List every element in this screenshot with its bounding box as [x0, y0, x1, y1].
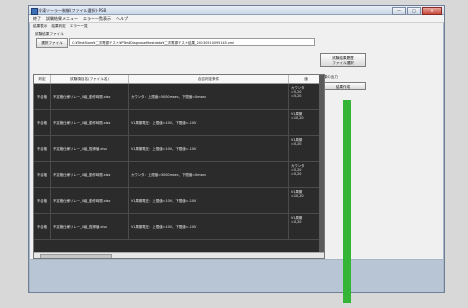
vertical-scrollbar[interactable] [319, 75, 324, 253]
judge-cell: 不合格 [34, 84, 51, 109]
lower-area [30, 260, 443, 292]
table-row[interactable]: 不合格 不定格仕様リレー_0組_復帰値.xlsx V1周期電圧：上限値=10V、下限… [34, 136, 324, 162]
table-row[interactable]: 不合格 不定格仕様リレー_0組_動作時間.xlsx カウンタ：上限値=5000mse… [34, 162, 324, 188]
table-body: 不合格 不定格仕様リレー_0組_動作時間.xlsx カウンタ：上限値=5000mse… [34, 84, 324, 240]
side-panel: 試験結果履歴 ファイル選択 結果の出力 結果作成 [320, 53, 368, 90]
subtab-result-view[interactable]: 結果表示 [33, 24, 47, 29]
condition-cell: V1周期電圧：上限値=10V、下限値=-10V [129, 214, 289, 239]
file-path-field[interactable]: C:¥TestStore¥二次電源テスト¥PTestDiagnose¥testd… [69, 38, 315, 46]
window-controls: — □ ✕ [392, 6, 442, 15]
condition-cell: V1周期電圧：上限値=10V、下限値=-10V [129, 136, 289, 161]
menu-test-results[interactable]: 試験結果メニュー [46, 16, 78, 22]
table-row[interactable]: 不合格 不定格仕様リレー_0組_動作時間.xlsx V1周期電圧：上限値=10V、下… [34, 188, 324, 214]
horizontal-scrollbar[interactable] [34, 252, 324, 258]
history-file-select-button[interactable]: 試験結果履歴 ファイル選択 [320, 53, 366, 67]
scroll-thumb[interactable] [40, 254, 112, 258]
group-label: 試験結果ファイル [35, 32, 64, 36]
app-icon [31, 7, 38, 15]
app-window: 冷凍ソーラー制御(ファイル選択)-PSB — □ ✕ 終了 試験結果メニュー エ… [28, 5, 445, 293]
item-cell: 不定格仕様リレー_0組_復帰値.xlsx [51, 214, 129, 239]
history-button-line2: ファイル選択 [332, 61, 354, 65]
sub-toolbar: 結果表示 結果判定 エラー一覧 [30, 23, 443, 29]
table-row[interactable]: 不合格 不定格仕様リレー_0組_復帰値.xlsx V1周期電圧：上限値=10V、下限… [34, 214, 324, 240]
judge-cell: 不合格 [34, 110, 51, 135]
menu-help[interactable]: ヘルプ [116, 16, 128, 22]
col-item[interactable]: 試験項目名(ファイル名) [51, 75, 129, 83]
condition-cell: カウンタ：上限値=5000msec、下限値=0msec [129, 162, 289, 187]
table-row[interactable]: 不合格 不定格仕様リレー_0組_動作時間.xlsx カウンタ：上限値=5000mse… [34, 84, 324, 110]
col-judge[interactable]: 判定 [34, 75, 51, 83]
create-result-button[interactable]: 結果作成 [320, 82, 366, 90]
col-condition[interactable]: 合否判定条件 [129, 75, 289, 83]
item-cell: 不定格仕様リレー_0組_動作時間.xlsx [51, 162, 129, 187]
judge-cell: 不合格 [34, 188, 51, 213]
table-row[interactable]: 不合格 不定格仕様リレー_0組_動作時間.xlsx V1周期電圧：上限値=10V、下… [34, 110, 324, 136]
results-table: 判定 試験項目名(ファイル名) 合否判定条件 値 不合格 不定格仕様リレー_0組_… [33, 74, 325, 259]
table-header: 判定 試験項目名(ファイル名) 合否判定条件 値 [34, 75, 324, 84]
highlight-bar [343, 100, 351, 303]
condition-cell: V1周期電圧：上限値=10V、下限値=-10V [129, 110, 289, 135]
item-cell: 不定格仕様リレー_0組_動作時間.xlsx [51, 188, 129, 213]
item-cell: 不定格仕様リレー_0組_復帰値.xlsx [51, 136, 129, 161]
item-cell: 不定格仕様リレー_0組_動作時間.xlsx [51, 84, 129, 109]
title-bar: 冷凍ソーラー制御(ファイル選択)-PSB — □ ✕ [29, 6, 444, 15]
close-button[interactable]: ✕ [422, 6, 442, 15]
output-label: 結果の出力 [320, 75, 338, 79]
subtab-error-list[interactable]: エラー一覧 [70, 24, 88, 29]
condition-cell: V1周期電圧：上限値=10V、下限値=-10V [129, 188, 289, 213]
judge-cell: 不合格 [34, 214, 51, 239]
window-title: 冷凍ソーラー制御(ファイル選択)-PSB [38, 7, 107, 13]
select-file-button[interactable]: 選択ファイル [36, 38, 68, 48]
judge-cell: 不合格 [34, 136, 51, 161]
subtab-result-judge[interactable]: 結果判定 [51, 24, 65, 29]
result-file-group: 試験結果ファイル 選択ファイル C:¥TestStore¥二次電源テスト¥PTe… [34, 32, 317, 48]
menu-error-list[interactable]: エラー一覧表示 [83, 16, 111, 22]
judge-cell: 不合格 [34, 162, 51, 187]
menu-exit[interactable]: 終了 [33, 16, 41, 22]
menu-bar: 終了 試験結果メニュー エラー一覧表示 ヘルプ [29, 15, 444, 23]
item-cell: 不定格仕様リレー_0組_動作時間.xlsx [51, 110, 129, 135]
maximize-button[interactable]: □ [407, 6, 421, 15]
condition-cell: カウンタ：上限値=5000msec、下限値=0msec [129, 84, 289, 109]
minimize-button[interactable]: — [392, 6, 406, 15]
